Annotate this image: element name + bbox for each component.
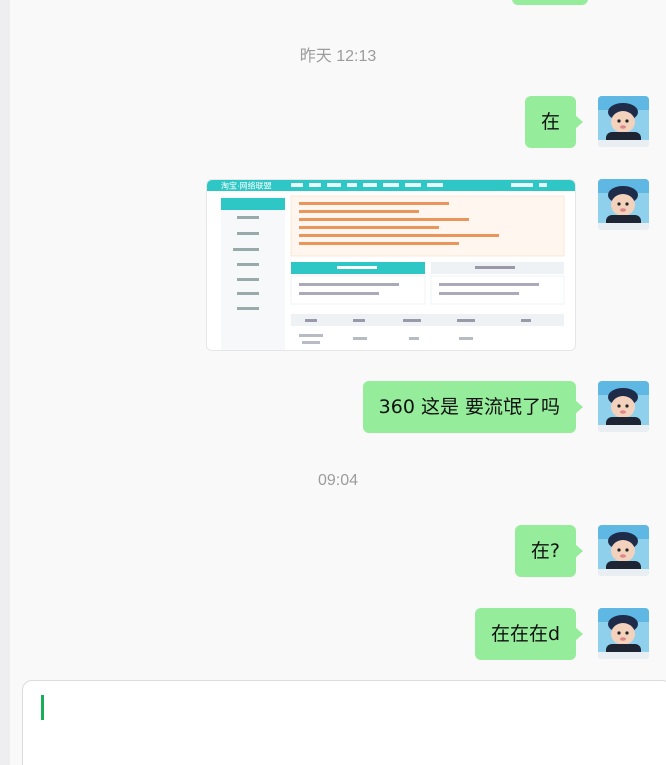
- left-sidebar-edge: [0, 0, 10, 765]
- message-bubble[interactable]: 在: [524, 96, 584, 148]
- user-avatar[interactable]: [598, 525, 649, 576]
- user-avatar[interactable]: [598, 179, 649, 230]
- screenshot-thumbnail: 淘宝·网络联盟: [207, 180, 575, 350]
- chat-message-list[interactable]: 昨天 12:13 在 淘宝·网络联盟 360 这是 要流氓了吗 09:04 在?…: [10, 0, 666, 672]
- text-caret: [41, 695, 44, 720]
- timestamp-divider: 09:04: [317, 472, 359, 489]
- timestamp-divider: 昨天 12:13: [299, 48, 377, 65]
- previous-message-bubble[interactable]: [512, 0, 588, 5]
- baby-avatar-icon: [598, 525, 649, 576]
- user-avatar[interactable]: [598, 608, 649, 659]
- user-avatar[interactable]: [598, 381, 649, 432]
- svg-text:淘宝·网络联盟: 淘宝·网络联盟: [221, 181, 272, 191]
- message-bubble[interactable]: 在在在d: [474, 608, 584, 660]
- baby-avatar-icon: [598, 179, 649, 230]
- baby-avatar-icon: [598, 381, 649, 432]
- message-bubble[interactable]: 在?: [514, 525, 584, 577]
- baby-avatar-icon: [598, 96, 649, 147]
- message-bubble[interactable]: 360 这是 要流氓了吗: [362, 381, 584, 433]
- baby-avatar-icon: [598, 608, 649, 659]
- user-avatar[interactable]: [598, 96, 649, 147]
- message-input[interactable]: [22, 680, 666, 765]
- image-message[interactable]: 淘宝·网络联盟: [206, 179, 576, 351]
